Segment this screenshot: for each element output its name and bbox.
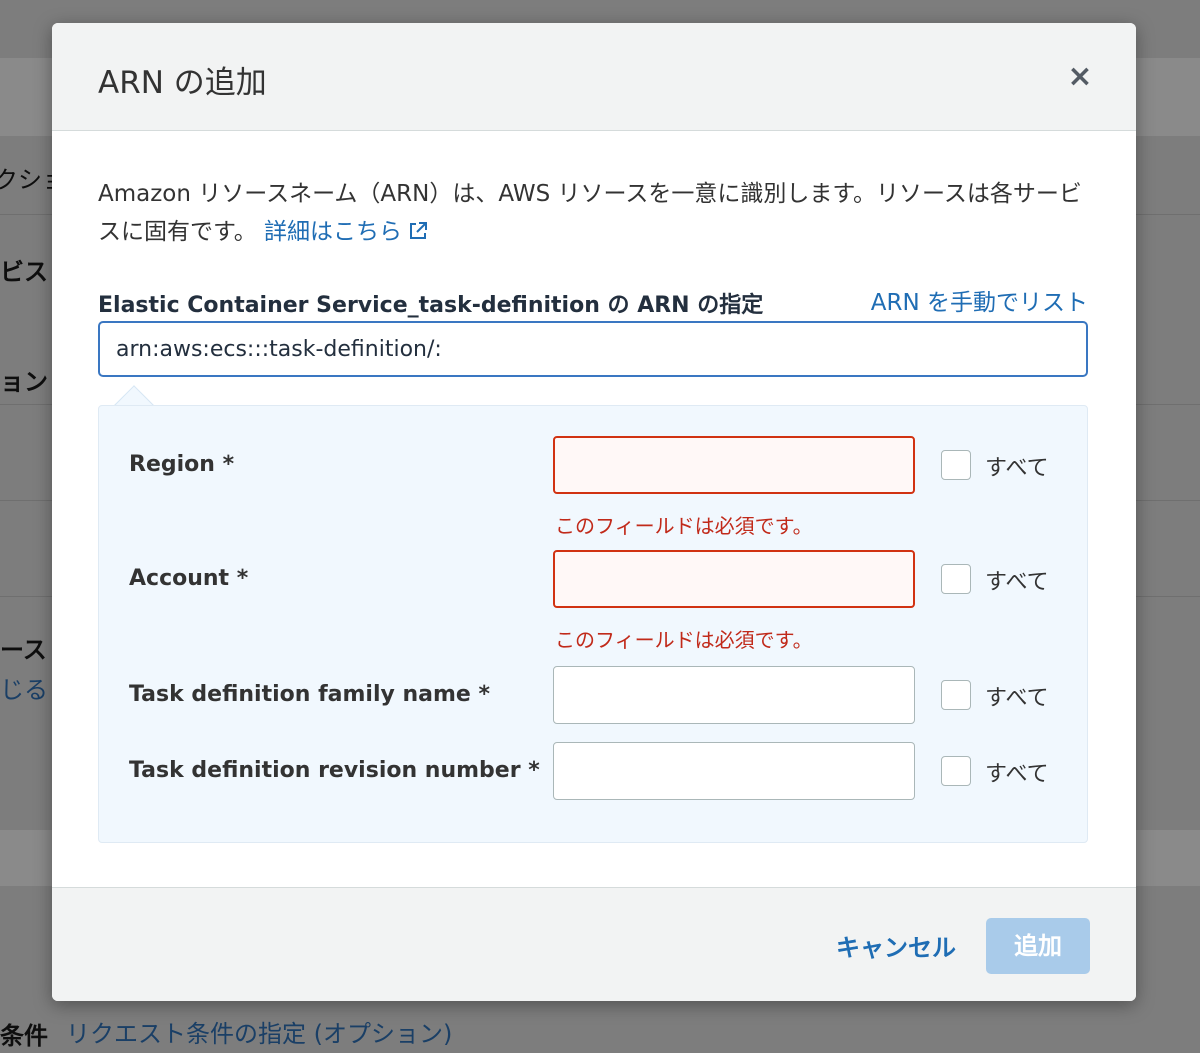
family-name-label: Task definition family name * bbox=[129, 682, 491, 707]
revision-number-all-checkbox[interactable] bbox=[941, 756, 971, 786]
family-name-all-checkbox[interactable] bbox=[941, 680, 971, 710]
family-name-all-label: すべて bbox=[985, 686, 1049, 711]
revision-number-input[interactable] bbox=[553, 742, 915, 800]
account-all-label: すべて bbox=[985, 570, 1049, 595]
cancel-button[interactable]: キャンセル bbox=[836, 928, 956, 963]
close-icon[interactable]: × bbox=[1064, 61, 1096, 93]
list-arn-manually-link[interactable]: ARN を手動でリスト bbox=[871, 283, 1088, 317]
account-input[interactable] bbox=[553, 550, 915, 608]
modal-header: ARN の追加 × bbox=[52, 23, 1136, 131]
request-conditions-link[interactable]: リクエスト条件の指定 (オプション) bbox=[66, 1014, 452, 1049]
external-link-icon bbox=[410, 222, 428, 239]
modal-footer: キャンセル 追加 bbox=[52, 887, 1136, 1001]
background-bottom-label: 条件 bbox=[0, 1022, 48, 1050]
description-text: Amazon リソースネーム（ARN）は、AWS リソースを一意に識別します。リ… bbox=[98, 181, 1082, 245]
account-error-message: このフィールドは必須です。 bbox=[555, 628, 813, 652]
background-fragment: ョン bbox=[0, 368, 48, 396]
arn-input[interactable] bbox=[98, 321, 1088, 377]
region-all-label: すべて bbox=[985, 456, 1049, 481]
arn-field-label: Elastic Container Service_task-definitio… bbox=[98, 293, 764, 318]
background-fragment: ビス bbox=[0, 258, 48, 286]
region-label: Region * bbox=[129, 452, 235, 477]
add-arn-modal: ARN の追加 × Amazon リソースネーム（ARN）は、AWS リソースを… bbox=[52, 23, 1136, 1001]
revision-number-label: Task definition revision number * bbox=[129, 758, 540, 783]
account-all-checkbox[interactable] bbox=[941, 564, 971, 594]
account-label: Account * bbox=[129, 566, 249, 591]
add-button[interactable]: 追加 bbox=[986, 918, 1090, 974]
learn-more-link[interactable]: 詳細はこちら bbox=[264, 219, 428, 245]
background-fragment-link[interactable]: じる bbox=[0, 670, 48, 705]
region-all-checkbox[interactable] bbox=[941, 450, 971, 480]
region-input[interactable] bbox=[553, 436, 915, 494]
arn-description: Amazon リソースネーム（ARN）は、AWS リソースを一意に識別します。リ… bbox=[98, 175, 1098, 251]
family-name-input[interactable] bbox=[553, 666, 915, 724]
background-fragment: ース bbox=[0, 636, 47, 664]
arn-builder-panel: Region * すべて このフィールドは必須です。 Account * すべて… bbox=[98, 405, 1088, 843]
learn-more-label: 詳細はこちら bbox=[264, 219, 403, 245]
revision-number-all-label: すべて bbox=[985, 762, 1049, 787]
region-error-message: このフィールドは必須です。 bbox=[555, 514, 813, 538]
modal-title: ARN の追加 bbox=[98, 65, 267, 101]
